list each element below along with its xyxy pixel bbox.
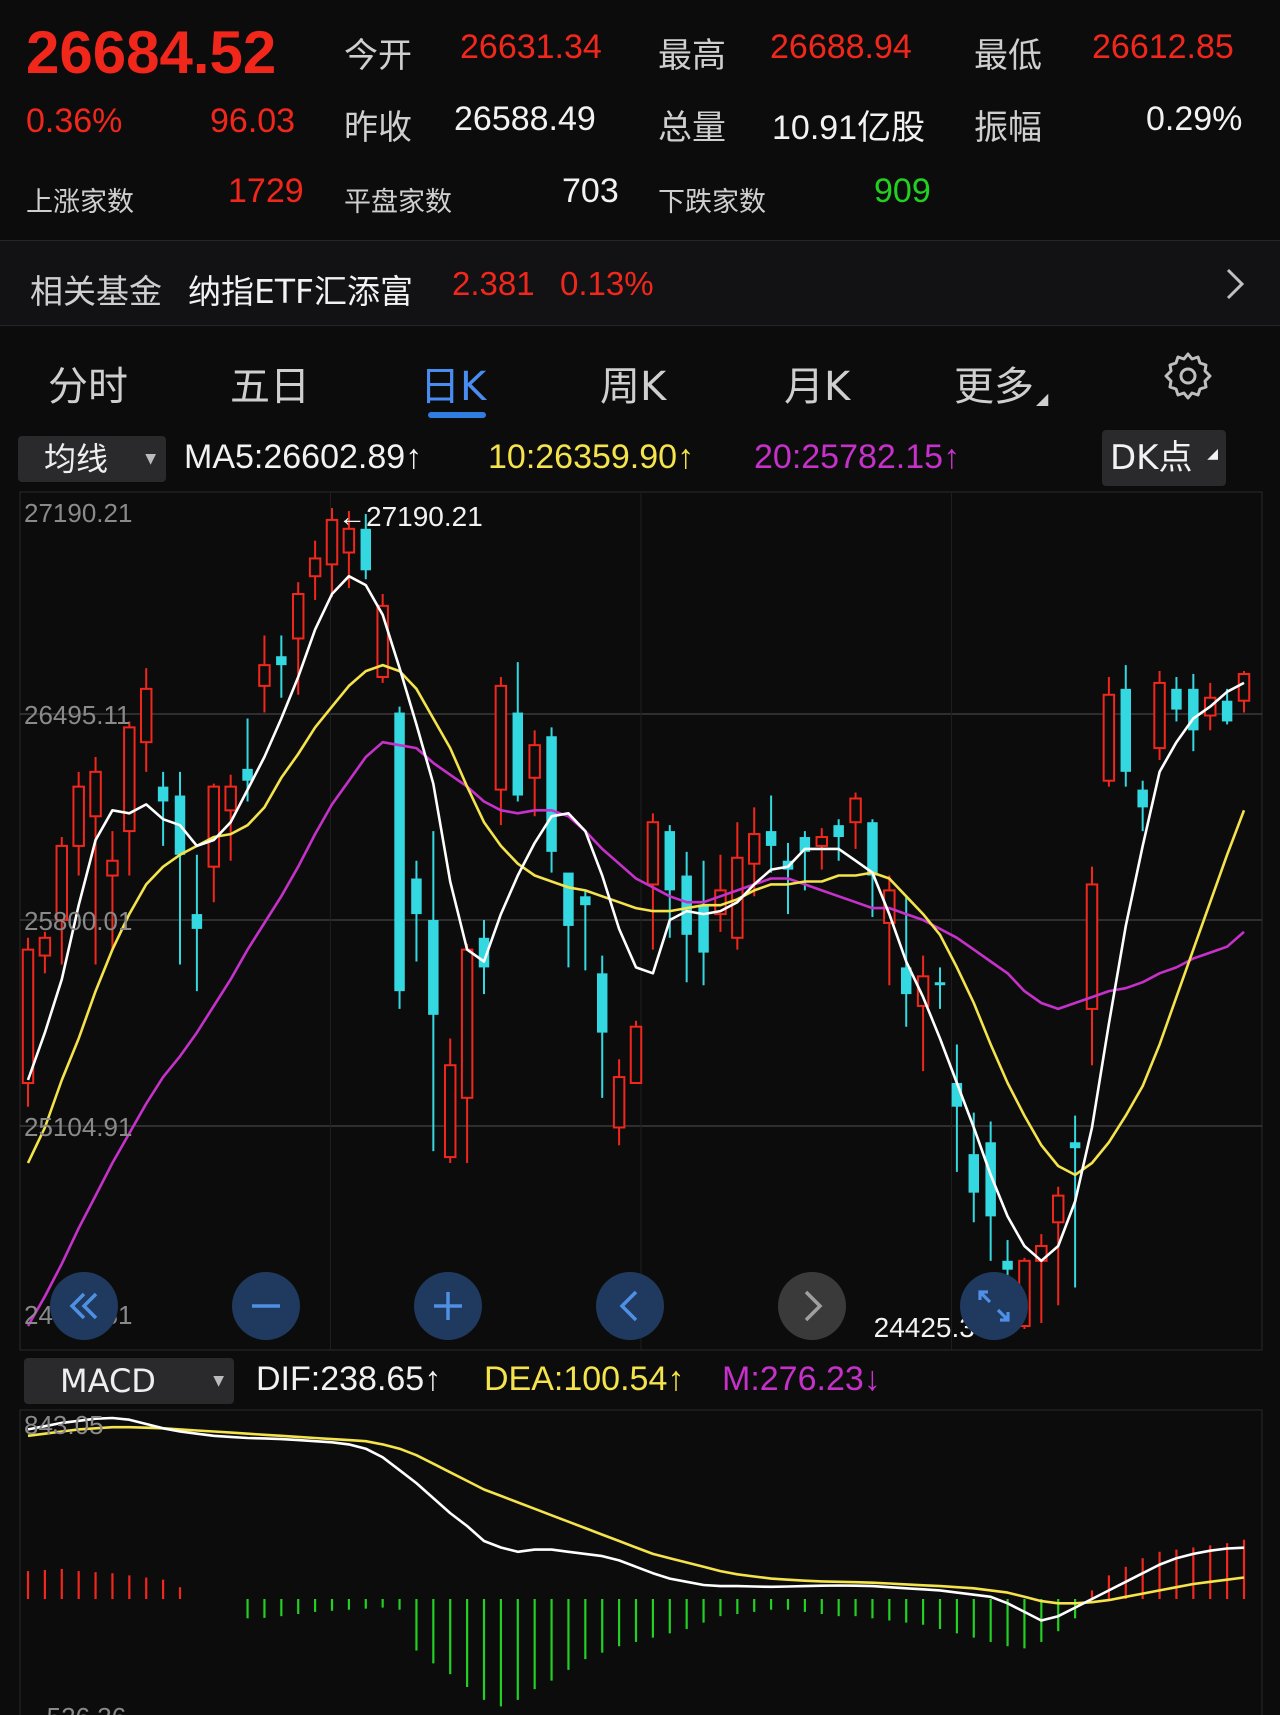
candle-body (258, 664, 271, 687)
candle-body (1002, 1260, 1013, 1270)
macd-indicator-selector[interactable]: MACD ▼ (24, 1358, 234, 1404)
candle-body (1171, 688, 1182, 710)
candle-body (494, 684, 508, 791)
candle-body (1137, 789, 1148, 808)
candle-body (242, 768, 253, 781)
candle-body (106, 859, 119, 877)
candle-body (968, 1154, 980, 1193)
candle-body (867, 822, 878, 876)
candle-body (342, 527, 356, 554)
macd-histogram (26, 1539, 1246, 1707)
candle-body (72, 785, 85, 847)
candle-body (1221, 700, 1233, 722)
candle-body (629, 1025, 643, 1085)
candle-body (291, 593, 305, 640)
left-icon (619, 1290, 638, 1322)
macd-legend: MACD ▼ DIF:238.65↑ DEA:100.54↑ M:276.23↓ (0, 1352, 1280, 1408)
dea-line (27, 1425, 1245, 1605)
macd-y-axis-label: -526.36 (38, 1702, 126, 1715)
candle-body (394, 712, 405, 992)
candle-body (428, 920, 439, 1015)
candle-body (325, 518, 339, 566)
zoom-in-icon (434, 1292, 462, 1320)
candle-body (308, 557, 322, 578)
candle-body (207, 785, 221, 868)
candle-body (1102, 693, 1116, 782)
candle-body (443, 1064, 457, 1159)
candle-body (224, 785, 237, 812)
candle-body (833, 825, 844, 838)
macd-y-axis-label: 843.05 (24, 1410, 104, 1440)
y-axis-label: 25800.01 (24, 906, 132, 936)
y-axis-label: 27190.21 (24, 498, 132, 528)
right-icon (804, 1290, 823, 1322)
macd-dea-value: DEA:100.54↑ (484, 1360, 685, 1398)
zoom-out-button[interactable] (232, 1272, 300, 1340)
candle-body (849, 797, 862, 824)
candle-body (1085, 883, 1099, 1010)
macd-grid (19, 1409, 1263, 1715)
zoom-in-button[interactable] (414, 1272, 482, 1340)
candle-body (360, 528, 372, 571)
fullscreen-icon (978, 1290, 1010, 1322)
candle-body (157, 786, 169, 802)
y-axis-label: 25104.91 (24, 1112, 132, 1142)
candle-body (747, 833, 761, 865)
macd-axis-labels: 843.05 -526.36 (24, 1410, 126, 1715)
candle-body (580, 896, 591, 906)
candle-body (512, 712, 524, 796)
candle-body (815, 836, 829, 847)
scroll-right-button[interactable] (778, 1272, 846, 1340)
candle-body (765, 831, 777, 846)
candle-body (646, 821, 660, 886)
candle-body (1120, 688, 1132, 772)
candle-body (1051, 1194, 1065, 1224)
candle-body (528, 744, 541, 779)
double-left-icon (69, 1292, 98, 1320)
kline-chart[interactable]: 27190.2126495.1125800.0125104.9124409.81… (0, 0, 1280, 1715)
candles (21, 508, 1251, 1329)
candle-body (276, 656, 287, 666)
candle-body (411, 878, 422, 915)
ma5-line (26, 574, 1245, 1263)
candle-body (1153, 681, 1166, 750)
fullscreen-button[interactable] (960, 1272, 1028, 1340)
candle-body (546, 736, 557, 852)
candle-body (596, 973, 608, 1033)
candle-body (563, 872, 574, 926)
candle-body (89, 770, 102, 818)
dropdown-arrow-icon: ▼ (213, 1373, 224, 1389)
y-axis-label: 26495.11 (24, 700, 131, 730)
scroll-left-button[interactable] (596, 1272, 664, 1340)
candle-body (1237, 673, 1251, 702)
candle-body (21, 948, 35, 1085)
macd-dif-value: DIF:238.65↑ (256, 1360, 442, 1398)
candle-body (985, 1142, 996, 1217)
candle-body (1069, 1142, 1081, 1149)
candle-body (934, 982, 946, 986)
zoom-out-icon (252, 1304, 280, 1308)
candle-body (139, 687, 153, 744)
macd-frame (19, 1409, 1263, 1715)
candle-body (460, 948, 474, 1099)
candle-body (612, 1076, 626, 1129)
macd-lines (27, 1416, 1245, 1622)
candle-body (38, 936, 52, 957)
dif-line (27, 1416, 1245, 1622)
max-price-marker: ←27190.21 (338, 501, 483, 532)
candle-body (191, 914, 203, 929)
scroll-to-start-button[interactable] (50, 1272, 118, 1340)
candle-body (664, 831, 676, 891)
macd-m-value: M:276.23↓ (722, 1360, 881, 1398)
candle-body (123, 726, 136, 833)
macd-selector-label: MACD (60, 1362, 156, 1400)
candle-body (681, 875, 692, 935)
